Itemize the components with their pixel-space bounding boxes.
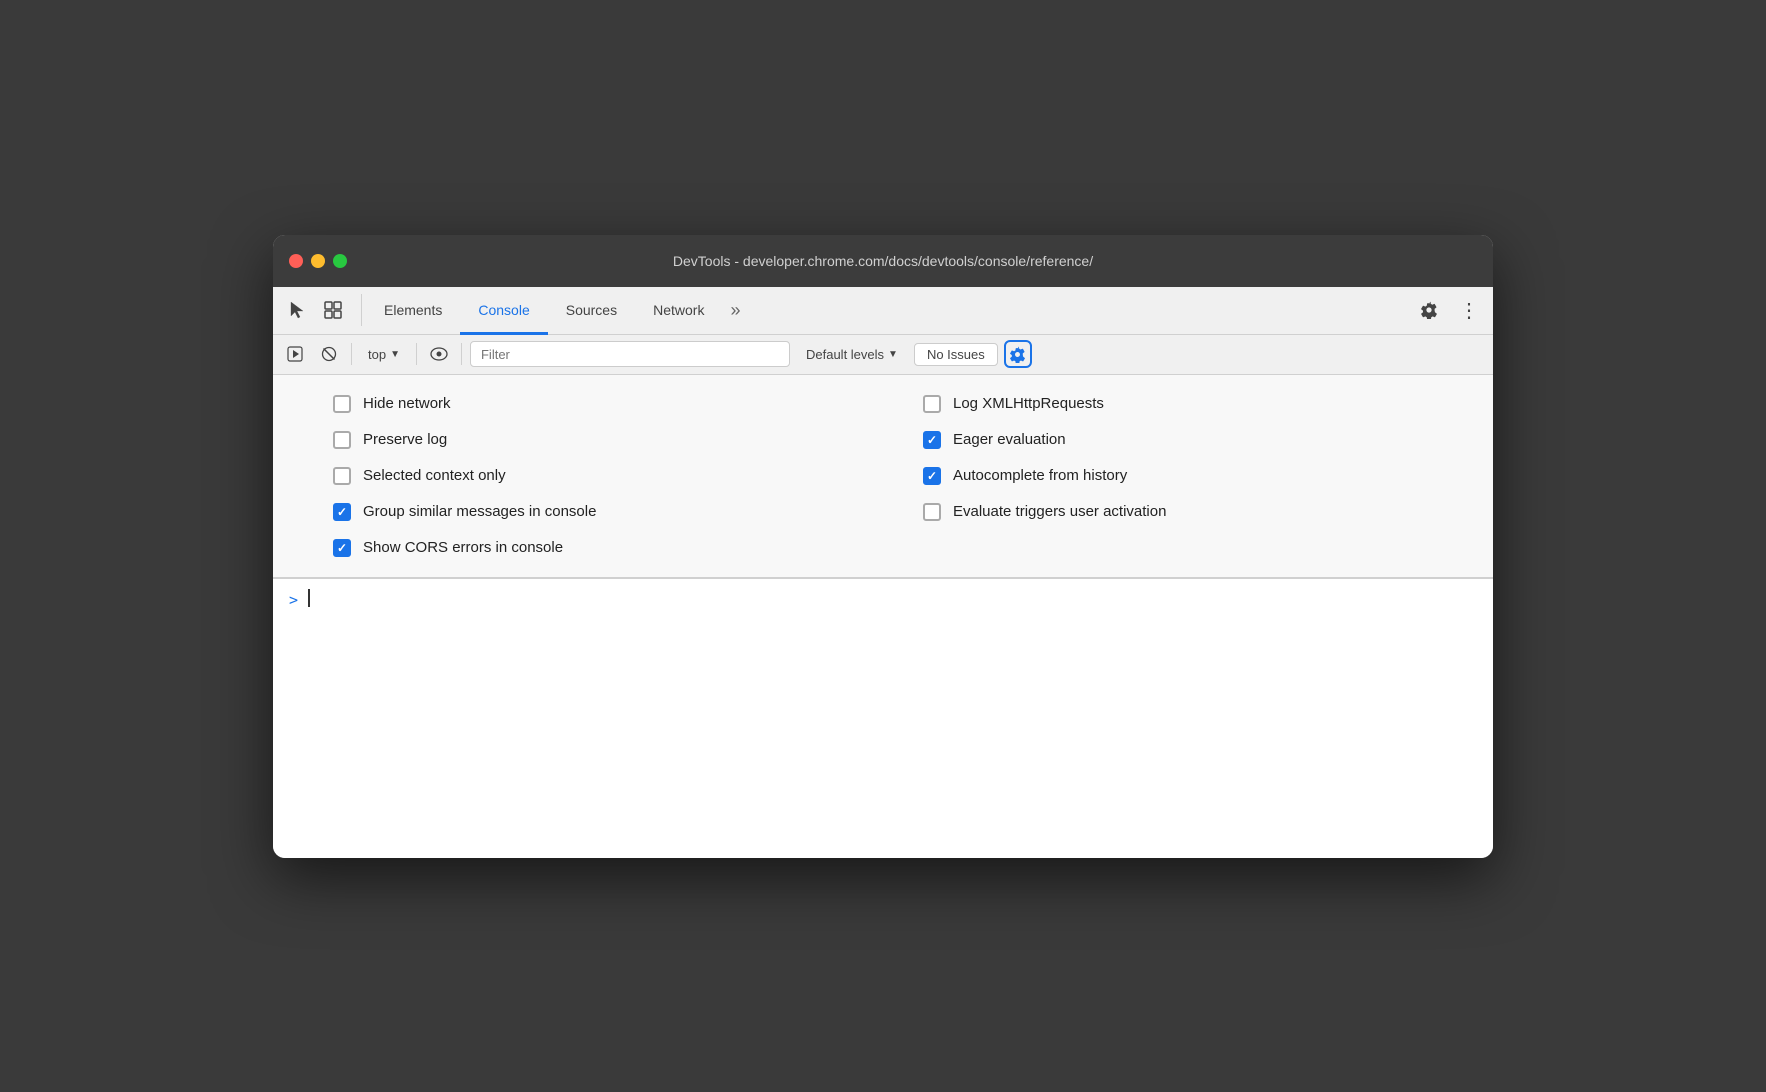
- autocomplete-history-label: Autocomplete from history: [953, 467, 1127, 484]
- window-title: DevTools - developer.chrome.com/docs/dev…: [673, 253, 1093, 269]
- group-similar-checkbox[interactable]: [333, 503, 351, 521]
- evaluate-triggers-row: Evaluate triggers user activation: [923, 503, 1433, 521]
- titlebar: DevTools - developer.chrome.com/docs/dev…: [273, 235, 1493, 287]
- no-issues-label: No Issues: [927, 347, 985, 362]
- eager-eval-label: Eager evaluation: [953, 431, 1066, 448]
- show-cors-row: Show CORS errors in console: [333, 539, 843, 557]
- console-input-area: >: [273, 578, 1493, 858]
- minimize-button[interactable]: [311, 254, 325, 268]
- levels-arrow: ▼: [888, 349, 898, 360]
- settings-left-column: Hide network Preserve log Selected conte…: [333, 395, 843, 557]
- console-cursor[interactable]: [306, 589, 310, 607]
- eager-eval-checkbox[interactable]: [923, 431, 941, 449]
- autocomplete-history-checkbox[interactable]: [923, 467, 941, 485]
- selected-context-row: Selected context only: [333, 467, 843, 485]
- group-similar-label: Group similar messages in console: [363, 503, 596, 520]
- devtools-window: DevTools - developer.chrome.com/docs/dev…: [273, 235, 1493, 858]
- play-icon: [287, 346, 303, 362]
- traffic-lights: [289, 254, 347, 268]
- run-script-button[interactable]: [281, 340, 309, 368]
- preserve-log-checkbox[interactable]: [333, 431, 351, 449]
- eager-eval-row: Eager evaluation: [923, 431, 1433, 449]
- separator-2: [416, 343, 417, 365]
- console-prompt-symbol: >: [289, 591, 298, 609]
- console-toolbar: top ▼ Default levels ▼ No Issues: [273, 335, 1493, 375]
- hide-network-row: Hide network: [333, 395, 843, 413]
- settings-panel: Hide network Preserve log Selected conte…: [273, 375, 1493, 578]
- autocomplete-history-row: Autocomplete from history: [923, 467, 1433, 485]
- tab-sources[interactable]: Sources: [548, 288, 635, 335]
- more-tabs-button[interactable]: »: [722, 287, 748, 334]
- text-cursor: [308, 589, 310, 607]
- log-xhr-row: Log XMLHttpRequests: [923, 395, 1433, 413]
- tab-elements[interactable]: Elements: [366, 288, 460, 335]
- context-selector[interactable]: top ▼: [360, 344, 408, 365]
- clear-icon: [321, 346, 337, 362]
- dropdown-arrow: ▼: [390, 349, 400, 360]
- settings-gear-button[interactable]: [1413, 294, 1445, 326]
- toolbar-right: ⋮: [1413, 294, 1485, 326]
- levels-label: Default levels: [806, 347, 884, 362]
- show-cors-label: Show CORS errors in console: [363, 539, 563, 556]
- show-cors-checkbox[interactable]: [333, 539, 351, 557]
- tab-list: Elements Console Sources Network »: [366, 287, 1413, 334]
- separator-3: [461, 343, 462, 365]
- gear-icon: [1420, 301, 1438, 319]
- settings-right-column: Log XMLHttpRequests Eager evaluation Aut…: [923, 395, 1433, 557]
- hide-network-label: Hide network: [363, 395, 451, 412]
- tab-console[interactable]: Console: [460, 288, 547, 335]
- cursor-icon: [287, 300, 307, 320]
- console-settings-button[interactable]: [1004, 340, 1032, 368]
- separator-1: [351, 343, 352, 365]
- context-label: top: [368, 347, 386, 362]
- toolbar-icons: [281, 294, 362, 326]
- selected-context-label: Selected context only: [363, 467, 506, 484]
- close-button[interactable]: [289, 254, 303, 268]
- maximize-button[interactable]: [333, 254, 347, 268]
- clear-console-button[interactable]: [315, 340, 343, 368]
- evaluate-triggers-label: Evaluate triggers user activation: [953, 503, 1166, 520]
- eye-button[interactable]: [425, 340, 453, 368]
- more-options-button[interactable]: ⋮: [1453, 294, 1485, 326]
- preserve-log-row: Preserve log: [333, 431, 843, 449]
- filter-input[interactable]: [470, 341, 790, 367]
- settings-grid: Hide network Preserve log Selected conte…: [333, 395, 1433, 557]
- settings-gear-icon: [1009, 346, 1026, 363]
- cursor-icon-button[interactable]: [281, 294, 313, 326]
- eye-icon: [430, 347, 448, 361]
- evaluate-triggers-checkbox[interactable]: [923, 503, 941, 521]
- no-issues-button[interactable]: No Issues: [914, 343, 998, 366]
- preserve-log-label: Preserve log: [363, 431, 447, 448]
- log-levels-button[interactable]: Default levels ▼: [796, 344, 908, 365]
- tab-network[interactable]: Network: [635, 288, 722, 335]
- log-xhr-checkbox[interactable]: [923, 395, 941, 413]
- inspect-icon-button[interactable]: [317, 294, 349, 326]
- hide-network-checkbox[interactable]: [333, 395, 351, 413]
- inspect-icon: [323, 300, 343, 320]
- main-toolbar: Elements Console Sources Network » ⋮: [273, 287, 1493, 335]
- group-similar-row: Group similar messages in console: [333, 503, 843, 521]
- selected-context-checkbox[interactable]: [333, 467, 351, 485]
- log-xhr-label: Log XMLHttpRequests: [953, 395, 1104, 412]
